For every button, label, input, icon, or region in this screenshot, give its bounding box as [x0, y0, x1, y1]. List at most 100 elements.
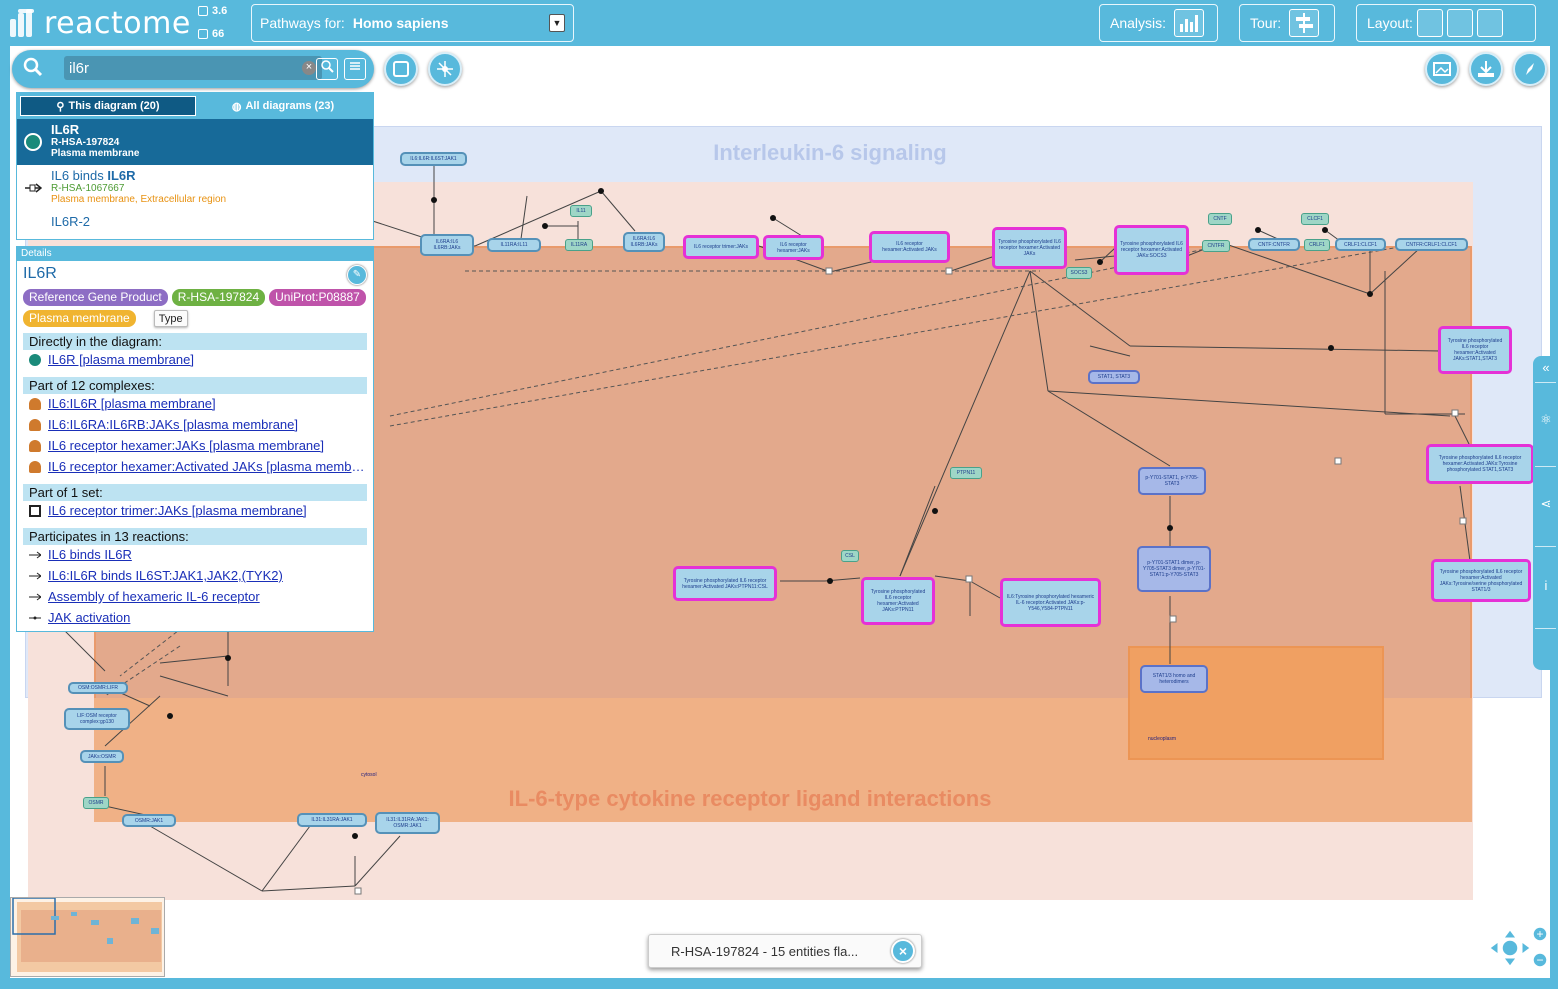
- type-tag[interactable]: Reference Gene Product: [23, 289, 168, 306]
- protein-node[interactable]: OSMR: [83, 797, 109, 809]
- complex-node[interactable]: LIF:OSM receptor complex:gp130: [64, 708, 130, 730]
- search-options-button[interactable]: [344, 58, 366, 80]
- set-node[interactable]: p-Y701-STAT1, p-Y705-STAT3: [1138, 467, 1206, 495]
- protein-node[interactable]: CLCF1: [1301, 213, 1329, 225]
- collapse-icon[interactable]: «: [1537, 360, 1555, 378]
- protein-node[interactable]: IL11: [570, 205, 592, 217]
- complex-node-highlighted[interactable]: Tyrosine phosphorylated IL6 receptor hex…: [1431, 559, 1531, 602]
- complex-link[interactable]: IL6 receptor hexamer:JAKs [plasma membra…: [17, 436, 367, 457]
- protein-node[interactable]: CNTF: [1208, 213, 1232, 225]
- complex-node-highlighted[interactable]: IL6:Tyrosine phosphorylated hexameric IL…: [1000, 578, 1101, 627]
- set-node[interactable]: p-Y701-STAT1 dimer, p-Y705-STAT3 dimer, …: [1137, 546, 1211, 592]
- chevron-down-icon[interactable]: ▼: [549, 14, 565, 32]
- reaction-link[interactable]: Assembly of hexameric IL-6 receptor: [17, 587, 367, 608]
- analysis-control: Analysis:: [1099, 4, 1218, 42]
- set-node[interactable]: STAT1, STAT3: [1088, 370, 1140, 384]
- complex-node-highlighted[interactable]: Tyrosine phosphorylated IL6 receptor hex…: [1114, 225, 1189, 275]
- complex-node[interactable]: IL6RA:IL6 IL6RB:JAKs: [420, 234, 474, 256]
- result-item[interactable]: IL6 binds IL6R R-HSA-1067667 Plasma memb…: [17, 165, 373, 211]
- result-item[interactable]: IL6R R-HSA-197824 Plasma membrane: [17, 119, 373, 165]
- logo-text: reactome: [44, 5, 191, 41]
- search-button[interactable]: [316, 58, 338, 80]
- tab-this-diagram[interactable]: ⚲ This diagram (20): [20, 96, 196, 116]
- protein-node[interactable]: CSL: [841, 550, 859, 562]
- complex-node[interactable]: OSMR:JAK1: [122, 814, 176, 827]
- analysis-label: Analysis:: [1110, 15, 1167, 31]
- complex-node-highlighted[interactable]: IL6 receptor hexamer:JAKs: [763, 235, 824, 260]
- thumbnail-preview: [12, 898, 162, 972]
- species-selector[interactable]: Pathways for: Homo sapiens ▼: [251, 4, 574, 42]
- layout-center-button[interactable]: [1446, 9, 1473, 37]
- download-button[interactable]: [1469, 52, 1503, 86]
- settings-button[interactable]: [1513, 52, 1547, 86]
- reaction-link[interactable]: JAK activation: [17, 608, 367, 629]
- clear-search-icon[interactable]: ×: [302, 61, 316, 75]
- complex-node-highlighted[interactable]: Tyrosine phosphorylated IL6 receptor hex…: [673, 566, 777, 601]
- compartment-tag[interactable]: Plasma membrane: [23, 310, 136, 327]
- molecule-icon[interactable]: ⚛: [1537, 412, 1555, 430]
- complex-node[interactable]: IL31:IL31RA:JAK1: [297, 813, 367, 827]
- fireworks-button[interactable]: [428, 52, 462, 86]
- complex-node-highlighted[interactable]: Tyrosine phosphorylated IL6 receptor hex…: [992, 227, 1067, 269]
- tab-all-diagrams[interactable]: ◍ All diagrams (23): [196, 96, 370, 116]
- protein-node[interactable]: CNTFR: [1202, 240, 1230, 252]
- species-value: Homo sapiens: [352, 15, 449, 31]
- complex-link[interactable]: IL6 receptor hexamer:Activated JAKs [pla…: [17, 457, 367, 478]
- compass-icon: [1526, 63, 1534, 75]
- reactome-logo[interactable]: reactome: [6, 2, 191, 44]
- complex-node[interactable]: JAKs:OSMR: [80, 750, 124, 763]
- complex-link[interactable]: IL6:IL6R [plasma membrane]: [17, 394, 367, 415]
- complex-node[interactable]: OSM:OSMR:LIFR: [68, 682, 128, 694]
- complex-node-highlighted[interactable]: Tyrosine phosphorylated IL6 receptor hex…: [1426, 444, 1534, 484]
- set-node[interactable]: STAT1/3 homo and heterodimers: [1140, 665, 1208, 693]
- protein-node[interactable]: CRLF1: [1304, 239, 1330, 251]
- complex-node[interactable]: CNTF:CNTFR: [1248, 238, 1300, 251]
- layout-right-button[interactable]: [1476, 9, 1503, 37]
- analysis-button[interactable]: [1174, 9, 1205, 37]
- protein-node[interactable]: SOCS3: [1066, 267, 1092, 279]
- complex-node-highlighted[interactable]: IL6 receptor trimer:JAKs: [683, 235, 759, 259]
- complex-node[interactable]: IL6:IL6R:IL6ST:JAK1: [400, 152, 467, 166]
- complex-node[interactable]: CRLF1:CLCF1: [1335, 238, 1386, 251]
- search-results-panel: ⚲ This diagram (20) ◍ All diagrams (23) …: [16, 92, 374, 240]
- details-entity-name: IL6R: [23, 265, 57, 282]
- share-icon[interactable]: ⋖: [1537, 496, 1555, 514]
- tour-label: Tour:: [1250, 15, 1282, 31]
- svg-text:+: +: [1536, 927, 1543, 941]
- illustration-button[interactable]: [1425, 52, 1459, 86]
- layout-left-button[interactable]: [1416, 9, 1443, 37]
- side-tab: « ⚛ ⋖ i: [1533, 356, 1558, 670]
- info-icon[interactable]: i: [1537, 578, 1555, 596]
- result-item[interactable]: IL6R-2: [17, 211, 373, 239]
- protein-node[interactable]: PTPN11: [950, 467, 982, 479]
- protein-node[interactable]: IL11RA: [565, 239, 593, 251]
- diagram-entity-link[interactable]: IL6R [plasma membrane]: [17, 350, 367, 371]
- stable-id-tag[interactable]: R-HSA-197824: [171, 289, 266, 306]
- complex-node-highlighted[interactable]: Tyrosine phosphorylated IL6 receptor hex…: [861, 577, 935, 625]
- tab-label: All diagrams (23): [245, 100, 335, 112]
- complex-node-highlighted[interactable]: IL6 receptor hexamer:Activated JAKs: [869, 231, 950, 263]
- search-input[interactable]: [64, 56, 322, 80]
- complex-node[interactable]: IL11RA:IL11: [487, 238, 541, 252]
- result-title: IL6R-2: [51, 214, 91, 229]
- section-header: Participates in 13 reactions:: [23, 528, 367, 545]
- svg-text:−: −: [1536, 953, 1543, 967]
- complex-node-highlighted[interactable]: Tyrosine phosphorylated IL6 receptor hex…: [1438, 326, 1512, 374]
- signpost-icon: [1296, 13, 1314, 33]
- uniprot-tag[interactable]: UniProt:P08887: [269, 289, 366, 306]
- entity-circle-icon: [24, 133, 42, 151]
- pin-icon[interactable]: ✎: [347, 265, 367, 285]
- tour-button[interactable]: [1289, 9, 1320, 37]
- database-icon: [198, 29, 208, 39]
- reaction-link[interactable]: IL6 binds IL6R: [17, 545, 367, 566]
- complex-node[interactable]: IL31:IL31RA:JAK1: OSMR:JAK1: [375, 812, 440, 834]
- close-icon[interactable]: ×: [891, 939, 915, 963]
- complex-link[interactable]: IL6:IL6RA:IL6RB:JAKs [plasma membrane]: [17, 415, 367, 436]
- complex-node[interactable]: CNTFR:CRLF1:CLCF1: [1395, 238, 1468, 251]
- reaction-link[interactable]: IL6:IL6R binds IL6ST:JAK1,JAK2,(TYK2): [17, 566, 367, 587]
- diagram-thumbnail[interactable]: [10, 897, 165, 977]
- fit-diagram-button[interactable]: [384, 52, 418, 86]
- complex-node[interactable]: IL6RA:IL6 IL6RB:JAKs: [623, 232, 665, 252]
- set-link[interactable]: IL6 receptor trimer:JAKs [plasma membran…: [17, 501, 367, 522]
- results-tabs: ⚲ This diagram (20) ◍ All diagrams (23): [17, 93, 373, 119]
